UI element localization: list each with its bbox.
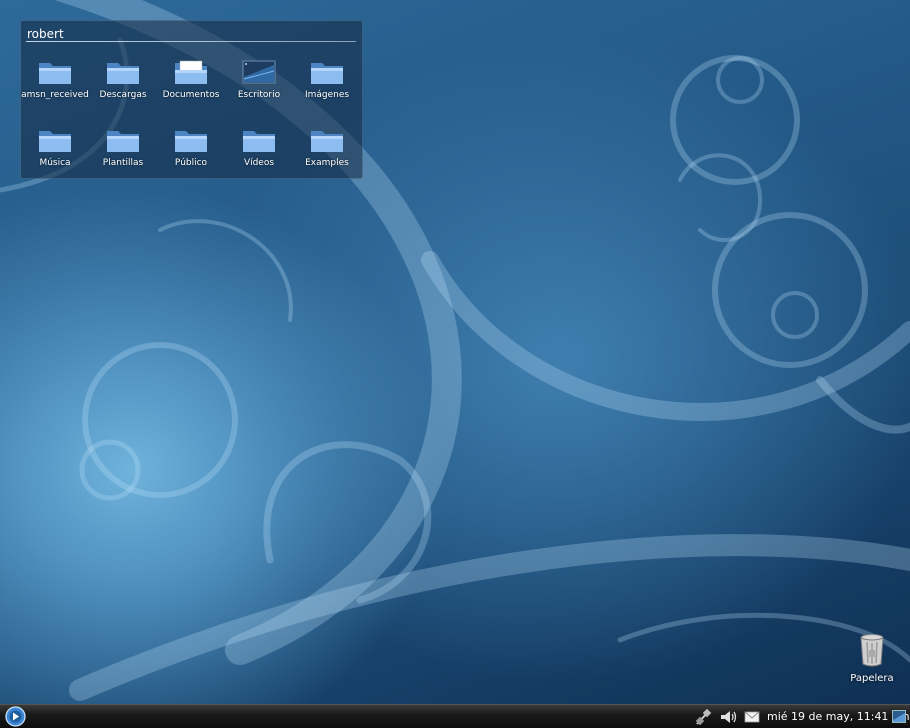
folder-item-imagenes[interactable]: Imágenes	[293, 57, 361, 100]
trash-label: Papelera	[850, 673, 894, 684]
widget-title-separator	[26, 41, 356, 42]
desktop-folder-icon	[242, 60, 276, 84]
folder-label: Vídeos	[243, 158, 275, 168]
folder-icon	[243, 131, 275, 152]
clock[interactable]: mié 19 de may, 11:41 pm	[767, 710, 910, 723]
folder-icon	[175, 131, 207, 152]
folder-item-amsn-received[interactable]: amsn_received	[21, 57, 89, 100]
folder-icon	[39, 63, 71, 84]
folder-label: Música	[39, 158, 71, 168]
folder-label: Documentos	[162, 90, 220, 100]
folder-view-widget[interactable]: robert amsn_received Descargas Documento…	[20, 20, 363, 179]
folder-icon	[39, 131, 71, 152]
folder-item-escritorio[interactable]: Escritorio	[225, 57, 293, 100]
trash-desktop-item[interactable]: Papelera	[846, 633, 898, 684]
mail-icon[interactable]	[744, 709, 760, 725]
folder-label: Escritorio	[237, 90, 281, 100]
widget-title: robert	[27, 27, 64, 41]
application-launcher-icon[interactable]	[5, 706, 26, 727]
folder-icon	[107, 63, 139, 84]
folder-label: amsn_received	[21, 90, 89, 100]
folder-label: Imágenes	[304, 90, 350, 100]
folder-item-publico[interactable]: Público	[157, 125, 225, 168]
folder-item-musica[interactable]: Música	[21, 125, 89, 168]
folder-item-documentos[interactable]: Documentos	[157, 57, 225, 100]
show-desktop-icon[interactable]	[892, 710, 906, 723]
folder-item-videos[interactable]: Vídeos	[225, 125, 293, 168]
trash-icon	[860, 634, 884, 667]
folder-label: Público	[174, 158, 208, 168]
folder-label: Examples	[305, 158, 349, 168]
folder-label: Descargas	[99, 90, 147, 100]
folder-icon	[311, 63, 343, 84]
folder-item-plantillas[interactable]: Plantillas	[89, 125, 157, 168]
folder-icon	[107, 131, 139, 152]
folder-label: Plantillas	[102, 158, 144, 168]
folder-icon	[311, 131, 343, 152]
volume-icon[interactable]	[720, 709, 737, 725]
network-icon[interactable]	[695, 709, 712, 725]
folder-documents-icon	[175, 60, 207, 84]
taskbar: mié 19 de may, 11:41 pm	[0, 704, 910, 728]
desktop[interactable]: robert amsn_received Descargas Documento…	[0, 0, 910, 704]
folder-item-examples[interactable]: Examples	[293, 125, 361, 168]
folder-item-descargas[interactable]: Descargas	[89, 57, 157, 100]
